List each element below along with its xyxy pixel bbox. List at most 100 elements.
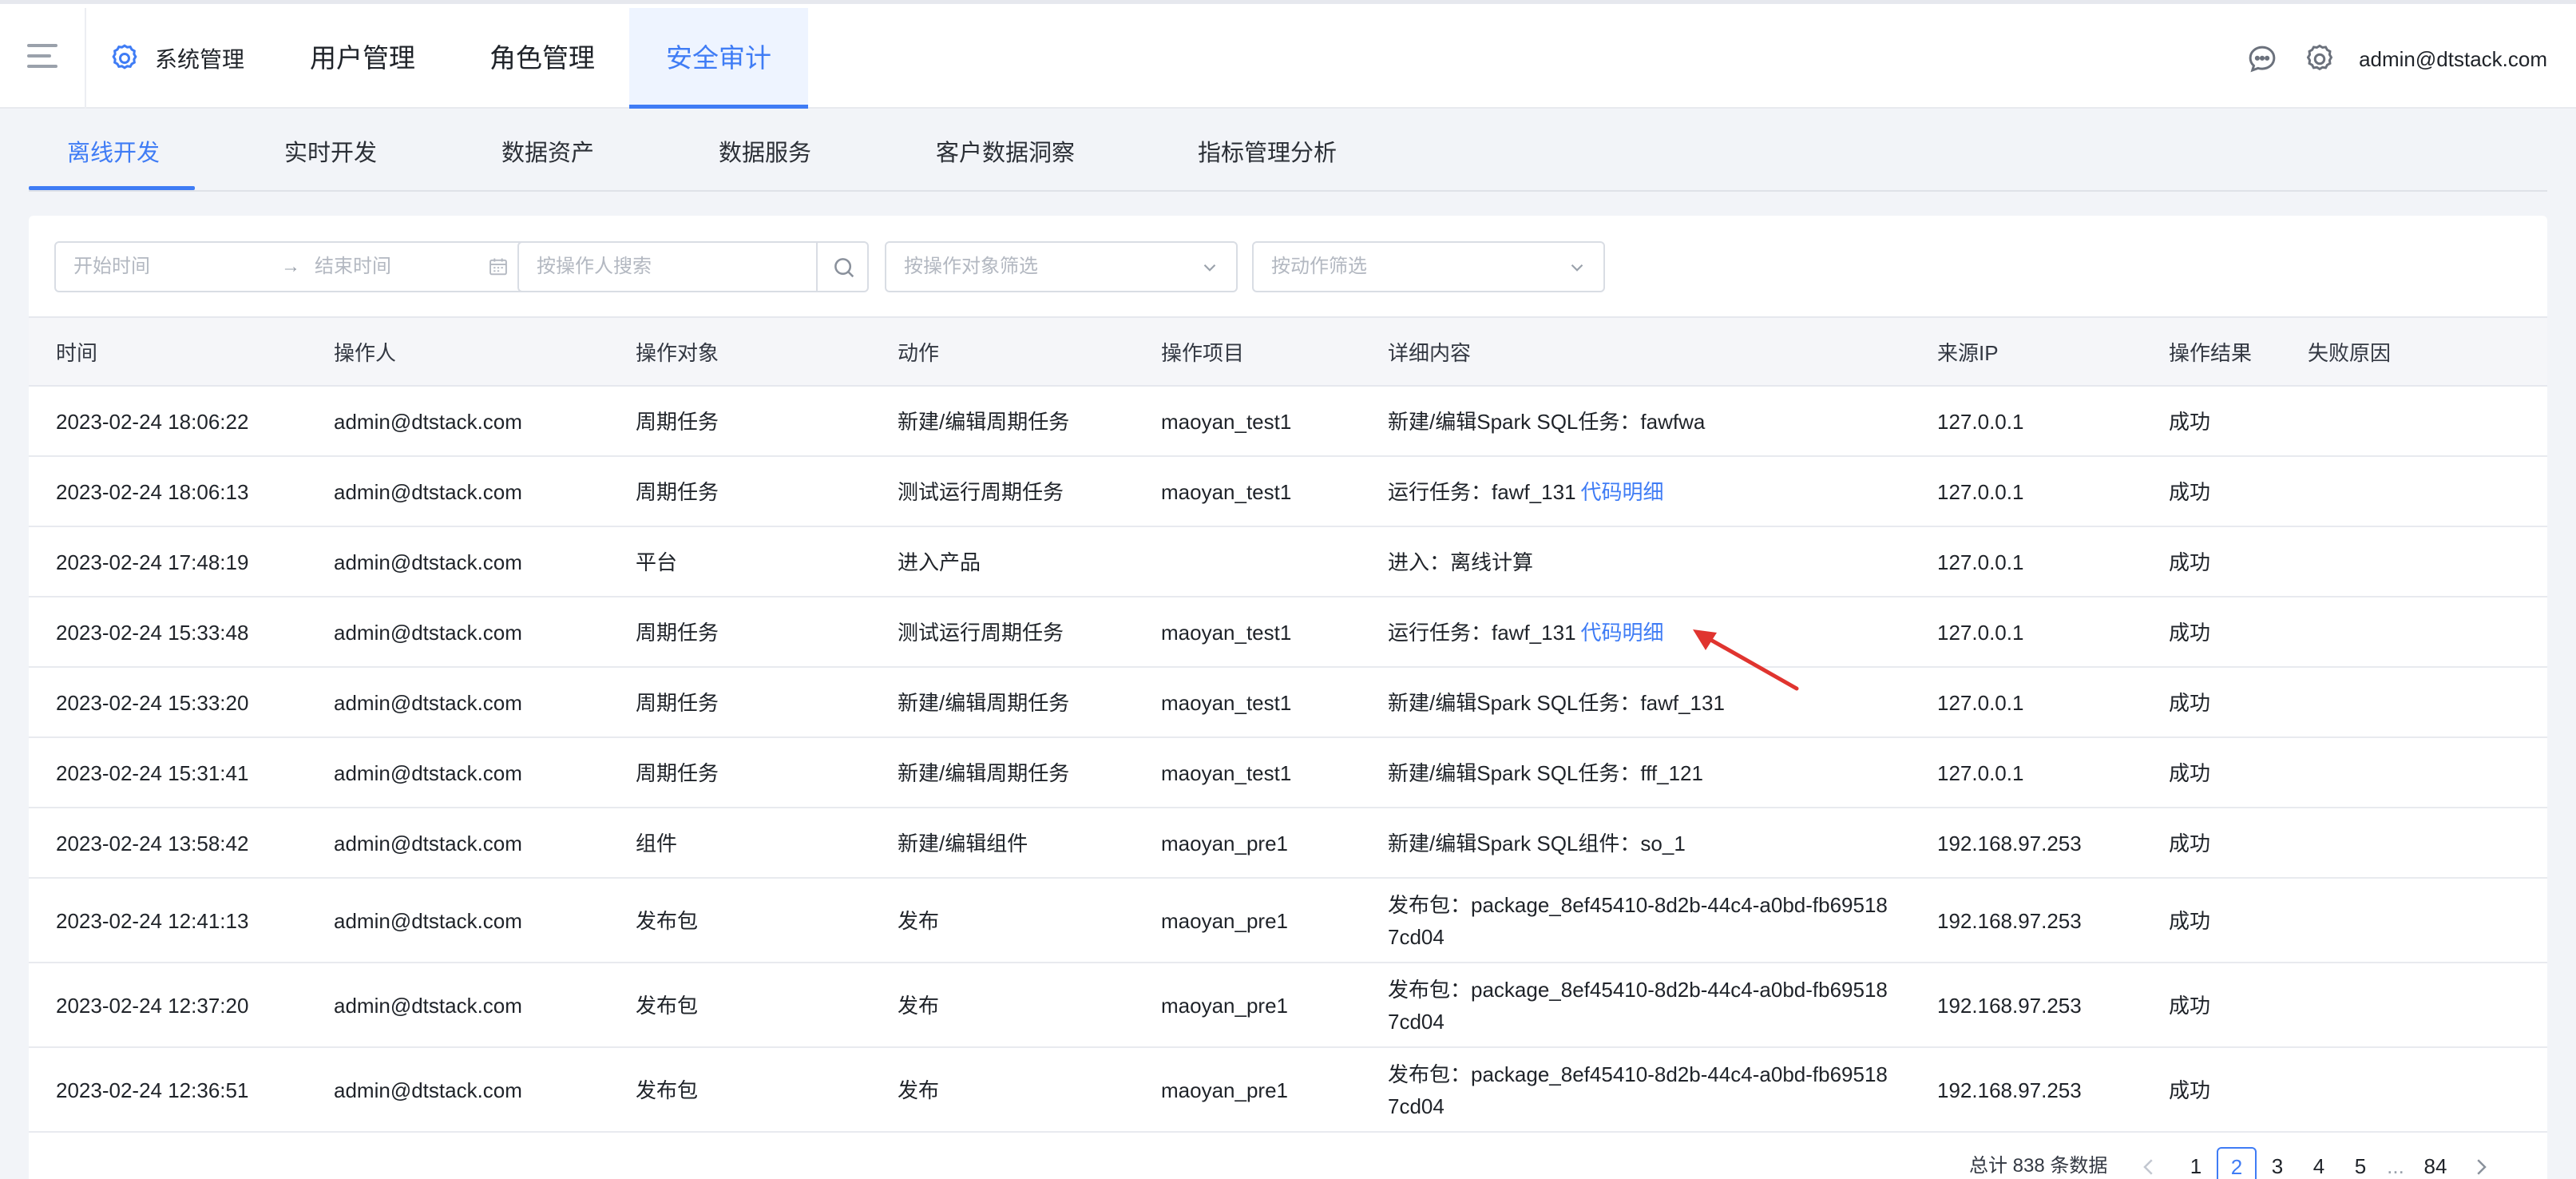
- cell-source-ip: 192.168.97.253: [1937, 994, 2082, 1018]
- range-arrow-icon: →: [281, 256, 300, 277]
- cell-time: 2023-02-24 17:48:19: [56, 550, 249, 574]
- cell-detail: 新建/编辑Spark SQL任务：fff_121: [1388, 738, 1703, 808]
- operator-search-input[interactable]: 按操作人搜索: [537, 243, 652, 291]
- table-row: 2023-02-24 12:37:20 admin@dtstack.com 发布包 发…: [29, 963, 2547, 1048]
- action-filter-placeholder: 按动作筛选: [1271, 256, 1367, 277]
- settings-icon[interactable]: [2303, 42, 2336, 76]
- cell-object: 周期任务: [636, 691, 719, 715]
- cell-object: 组件: [636, 832, 678, 855]
- cell-action: 新建/编辑周期任务: [898, 410, 1070, 434]
- page-5[interactable]: 5: [2344, 1149, 2376, 1179]
- detail-text: 运行任务：fawf_131: [1388, 480, 1576, 504]
- page-3[interactable]: 3: [2261, 1149, 2293, 1179]
- page-1[interactable]: 1: [2180, 1149, 2212, 1179]
- cell-time: 2023-02-24 12:41:13: [56, 909, 249, 933]
- cell-detail: 进入：离线计算: [1388, 527, 1533, 597]
- subtab-offline-dev[interactable]: 离线开发: [67, 109, 160, 192]
- cell-source-ip: 192.168.97.253: [1937, 832, 2082, 855]
- subtab-data-services[interactable]: 数据服务: [719, 109, 811, 192]
- table-row: 2023-02-24 18:06:13 admin@dtstack.com 周期任务…: [29, 457, 2547, 527]
- cell-object: 周期任务: [636, 480, 719, 504]
- cell-time: 2023-02-24 15:33:48: [56, 621, 249, 645]
- message-icon[interactable]: [2245, 42, 2279, 76]
- col-time: 时间: [56, 341, 98, 365]
- start-time-input[interactable]: 开始时间: [73, 243, 150, 291]
- cell-project: maoyan_pre1: [1161, 909, 1288, 933]
- audit-card: 开始时间 → 结束时间 按操作人搜索 按操作对象筛选 按动作筛选 时间 操作人 …: [29, 216, 2547, 1179]
- tab-user-management[interactable]: 用户管理: [276, 8, 449, 109]
- system-management-label: 系统管理: [155, 47, 245, 72]
- object-filter-select[interactable]: 按操作对象筛选: [885, 241, 1238, 292]
- subtab-customer-insight[interactable]: 客户数据洞察: [936, 109, 1075, 192]
- col-fail-reason: 失败原因: [2308, 341, 2392, 365]
- system-management-menu[interactable]: 系统管理: [109, 41, 244, 76]
- active-tab-indicator: [29, 186, 195, 190]
- cell-source-ip: 192.168.97.253: [1937, 909, 2082, 933]
- table-row: 2023-02-24 15:31:41 admin@dtstack.com 周期任务…: [29, 738, 2547, 808]
- calendar-icon: [489, 258, 507, 276]
- search-icon[interactable]: [830, 254, 858, 281]
- tab-role-management[interactable]: 角色管理: [456, 8, 628, 109]
- user-account[interactable]: admin@dtstack.com: [2359, 42, 2547, 76]
- cell-operator: admin@dtstack.com: [334, 832, 522, 855]
- cell-operator: admin@dtstack.com: [334, 691, 522, 715]
- page-2[interactable]: 2: [2217, 1147, 2257, 1179]
- cell-result: 成功: [2169, 832, 2211, 855]
- chevron-down-icon: [1571, 264, 1583, 272]
- cell-result: 成功: [2169, 761, 2211, 785]
- page-4[interactable]: 4: [2303, 1149, 2335, 1179]
- cell-result: 成功: [2169, 621, 2211, 645]
- cell-time: 2023-02-24 12:36:51: [56, 1078, 249, 1102]
- date-range-picker[interactable]: 开始时间 → 结束时间: [54, 241, 529, 292]
- cell-operator: admin@dtstack.com: [334, 1078, 522, 1102]
- code-detail-link[interactable]: 代码明细: [1581, 621, 1664, 645]
- subtab-metric-analysis[interactable]: 指标管理分析: [1198, 109, 1337, 192]
- next-page-icon[interactable]: [2469, 1155, 2493, 1179]
- detail-text: 新建/编辑Spark SQL任务：fawf_131: [1388, 691, 1725, 715]
- cell-project: maoyan_test1: [1161, 761, 1292, 785]
- cell-detail: 发布包：package_8ef45410-8d2b-44c4-a0bd-fb69…: [1388, 889, 1899, 953]
- top-navbar: 系统管理 用户管理 角色管理 安全审计 admin@dtstack.com: [0, 0, 2576, 109]
- chevron-down-icon: [1203, 264, 1216, 272]
- cell-project: maoyan_pre1: [1161, 832, 1288, 855]
- end-time-input[interactable]: 结束时间: [315, 243, 391, 291]
- detail-text: 新建/编辑Spark SQL组件：so_1: [1388, 832, 1686, 855]
- cell-result: 成功: [2169, 909, 2211, 933]
- search-divider: [816, 243, 818, 291]
- cell-object: 周期任务: [636, 410, 719, 434]
- cell-source-ip: 127.0.0.1: [1937, 550, 2024, 574]
- cell-detail: 新建/编辑Spark SQL组件：so_1: [1388, 808, 1686, 879]
- detail-text: 发布包：package_8ef45410-8d2b-44c4-a0bd-fb69…: [1388, 978, 1888, 1034]
- action-filter-select[interactable]: 按动作筛选: [1252, 241, 1605, 292]
- tab-security-audit[interactable]: 安全审计: [629, 8, 808, 109]
- cell-action: 新建/编辑组件: [898, 832, 1028, 855]
- cell-project: maoyan_test1: [1161, 480, 1292, 504]
- cell-object: 发布包: [636, 909, 699, 933]
- cell-action: 新建/编辑周期任务: [898, 761, 1070, 785]
- menu-icon[interactable]: [27, 44, 57, 68]
- detail-text: 新建/编辑Spark SQL任务：fawfwa: [1388, 410, 1706, 434]
- cell-project: maoyan_pre1: [1161, 994, 1288, 1018]
- page-last[interactable]: 84: [2413, 1149, 2458, 1179]
- subtab-realtime-dev[interactable]: 实时开发: [284, 109, 377, 192]
- cell-detail: 新建/编辑Spark SQL任务：fawfwa: [1388, 387, 1705, 457]
- code-detail-link[interactable]: 代码明细: [1581, 480, 1664, 504]
- cell-operator: admin@dtstack.com: [334, 994, 522, 1018]
- cell-source-ip: 192.168.97.253: [1937, 1078, 2082, 1102]
- table-row: 2023-02-24 18:06:22 admin@dtstack.com 周期任务…: [29, 387, 2547, 457]
- prev-page-icon[interactable]: [2137, 1155, 2161, 1179]
- page-ellipsis[interactable]: ...: [2380, 1149, 2412, 1179]
- cell-detail: 发布包：package_8ef45410-8d2b-44c4-a0bd-fb69…: [1388, 974, 1899, 1038]
- cell-detail: 运行任务：fawf_131 代码明细: [1388, 597, 1664, 668]
- cell-project: maoyan_pre1: [1161, 1078, 1288, 1102]
- object-filter-placeholder: 按操作对象筛选: [904, 256, 1038, 277]
- table-row: 2023-02-24 15:33:20 admin@dtstack.com 周期任务…: [29, 668, 2547, 738]
- cell-detail: 发布包：package_8ef45410-8d2b-44c4-a0bd-fb69…: [1388, 1058, 1899, 1122]
- cell-result: 成功: [2169, 550, 2211, 574]
- detail-text: 发布包：package_8ef45410-8d2b-44c4-a0bd-fb69…: [1388, 1062, 1888, 1118]
- cell-action: 发布: [898, 909, 940, 933]
- subtab-data-assets[interactable]: 数据资产: [501, 109, 594, 192]
- cell-result: 成功: [2169, 480, 2211, 504]
- table-row: 2023-02-24 17:48:19 admin@dtstack.com 平台 进入…: [29, 527, 2547, 597]
- cell-source-ip: 127.0.0.1: [1937, 621, 2024, 645]
